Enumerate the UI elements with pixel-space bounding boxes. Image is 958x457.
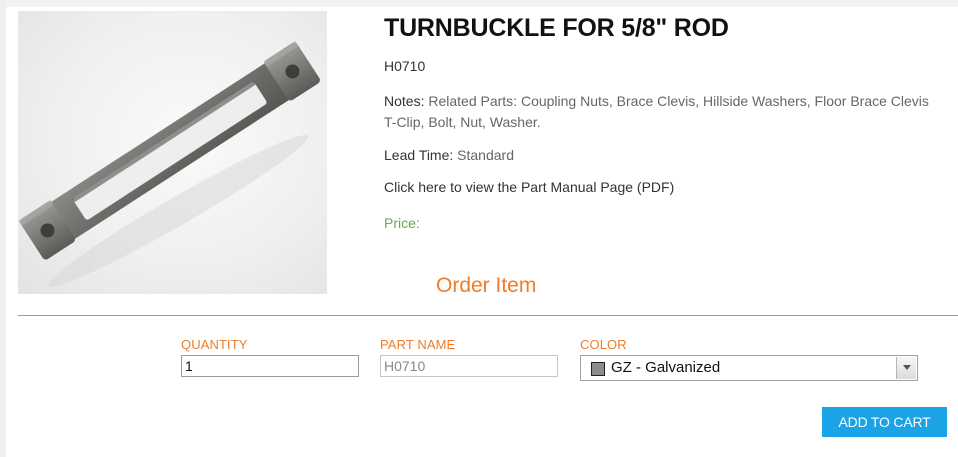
lead-time: Lead Time: Standard (384, 147, 514, 163)
part-name-label: PART NAME (380, 337, 456, 352)
left-edge (0, 0, 6, 457)
order-item-heading: Order Item (436, 274, 537, 297)
product-image (18, 11, 327, 294)
notes-label: Notes: (384, 93, 425, 109)
quantity-input[interactable] (181, 355, 359, 377)
part-name-input (380, 355, 558, 377)
color-swatch (591, 362, 605, 376)
color-label: COLOR (580, 337, 627, 352)
chevron-down-icon[interactable] (896, 357, 916, 379)
turnbuckle-image (18, 41, 320, 287)
divider (18, 315, 958, 316)
color-selected-value: GZ - Galvanized (611, 359, 721, 376)
price-label: Price: (384, 215, 420, 231)
product-sku: H0710 (384, 58, 426, 74)
lead-time-label: Lead Time: (384, 147, 454, 163)
notes-text: Related Parts: Coupling Nuts, Brace Clev… (384, 93, 929, 130)
product-notes: Notes: Related Parts: Coupling Nuts, Bra… (384, 91, 944, 133)
part-manual-link[interactable]: Click here to view the Part Manual Page … (384, 179, 674, 195)
add-to-cart-button[interactable]: ADD TO CART (822, 407, 947, 437)
top-edge (0, 0, 958, 7)
product-title: TURNBUCKLE FOR 5/8" ROD (384, 14, 729, 42)
lead-time-value: Standard (453, 147, 514, 163)
color-select[interactable]: GZ - Galvanized (580, 355, 918, 381)
product-panel: TURNBUCKLE FOR 5/8" ROD H0710 Notes: Rel… (0, 0, 958, 457)
quantity-label: QUANTITY (181, 337, 248, 352)
